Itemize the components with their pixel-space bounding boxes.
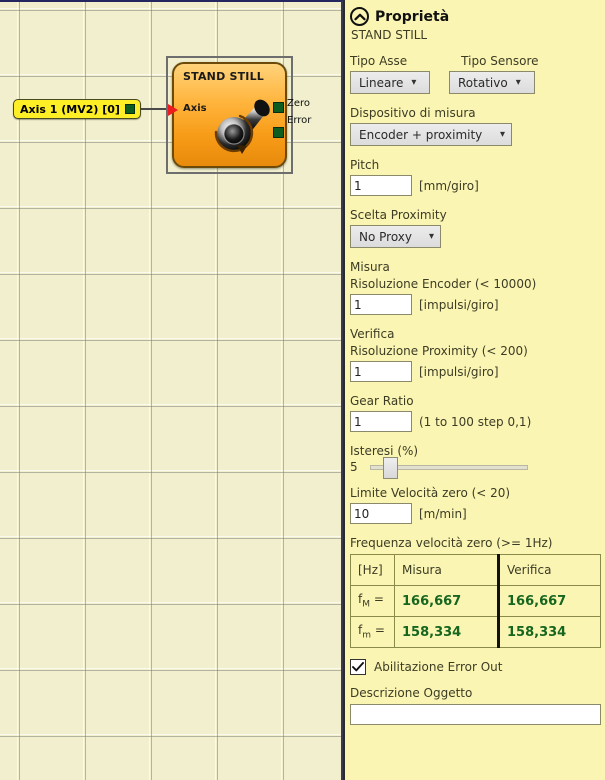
header-misura: Misura: [394, 554, 499, 586]
unit-pitch: [mm/giro]: [419, 178, 479, 193]
output-label-error: Error: [287, 115, 312, 126]
row-label-fm-max: fM =: [350, 585, 395, 617]
select-tipo-asse-value: Lineare: [359, 75, 404, 90]
unit-risoluzione-encoder: [impulsi/giro]: [419, 297, 499, 312]
group-label-verifica: Verifica: [350, 327, 395, 341]
unit-limite-velocita: [m/min]: [419, 506, 467, 521]
axis-tag-port[interactable]: [124, 104, 135, 114]
isteresi-value: 5: [350, 460, 358, 474]
axis-variable-tag[interactable]: Axis 1 (MV2) [0]: [13, 99, 141, 119]
motor-shaft-icon: [206, 92, 278, 162]
function-block-title: STAND STILL: [183, 70, 264, 83]
table-row: fm = 158,334 158,334: [350, 616, 601, 648]
input-risoluzione-proximity[interactable]: 1: [350, 361, 412, 382]
select-tipo-sensore-value: Rotativo: [458, 75, 508, 90]
table-header-row: [Hz] Misura Verifica: [350, 554, 601, 586]
frequency-table: [Hz] Misura Verifica fM = 166,667 166,66…: [350, 554, 601, 648]
input-pitch[interactable]: 1: [350, 175, 412, 196]
group-label-misura: Misura: [350, 260, 390, 274]
select-scelta-proximity[interactable]: No Proxy ▾: [350, 225, 441, 248]
input-arrow-icon[interactable]: [168, 104, 178, 116]
row-label-fm-min: fm =: [350, 616, 395, 648]
label-risoluzione-encoder: Risoluzione Encoder (< 10000): [350, 277, 537, 291]
label-pitch: Pitch: [350, 158, 380, 172]
select-dispositivo-misura[interactable]: Encoder + proximity ▾: [350, 123, 512, 146]
label-tipo-asse: Tipo Asse: [350, 54, 408, 68]
table-row: fM = 166,667 166,667: [350, 585, 601, 617]
isteresi-slider-track[interactable]: [370, 457, 528, 479]
value-verifica-fm-min: 158,334: [497, 616, 601, 648]
application-window: Axis 1 (MV2) [0] STAND STILL Axis Zero E…: [0, 0, 605, 780]
isteresi-slider-row[interactable]: 5: [350, 457, 599, 479]
header-hz: [Hz]: [350, 554, 395, 586]
label-frequenza-velocita-zero: Frequenza velocità zero (>= 1Hz): [350, 536, 553, 550]
label-descrizione-oggetto: Descrizione Oggetto: [350, 686, 473, 700]
input-limite-velocita[interactable]: 10: [350, 503, 412, 524]
select-dispositivo-value: Encoder + proximity: [359, 127, 483, 142]
label-dispositivo-misura: Dispositivo di misura: [350, 106, 476, 120]
output-port-error[interactable]: [273, 127, 284, 138]
value-misura-fm-min: 158,334: [394, 616, 499, 648]
label-gear-ratio: Gear Ratio: [350, 394, 414, 408]
input-gear-ratio[interactable]: 1: [350, 411, 412, 432]
select-tipo-sensore[interactable]: Rotativo ▾: [449, 71, 535, 94]
unit-gear-ratio: (1 to 100 step 0,1): [419, 414, 532, 429]
properties-panel: Proprietà STAND STILL Tipo Asse Tipo Sen…: [343, 0, 605, 780]
input-risoluzione-encoder[interactable]: 1: [350, 294, 412, 315]
input-descrizione-oggetto[interactable]: [350, 704, 601, 725]
error-out-checkbox-row[interactable]: Abilitazione Error Out: [350, 659, 599, 675]
panel-title: Proprietà: [375, 8, 450, 25]
isteresi-slider-thumb[interactable]: [383, 457, 398, 479]
chevron-down-icon: ▾: [499, 129, 505, 140]
label-limite-velocita: Limite Velocità zero (< 20): [350, 486, 511, 500]
checkbox-abilitazione-error-out[interactable]: [350, 659, 366, 675]
properties-header[interactable]: Proprietà: [350, 7, 599, 26]
label-tipo-sensore: Tipo Sensore: [461, 54, 539, 68]
unit-risoluzione-proximity: [impulsi/giro]: [419, 364, 499, 379]
label-isteresi: Isteresi (%): [350, 444, 419, 458]
input-port-label: Axis: [183, 103, 207, 114]
axis-tag-label: Axis 1 (MV2) [0]: [20, 102, 120, 116]
label-abilitazione-error-out: Abilitazione Error Out: [374, 660, 503, 674]
panel-subtitle: STAND STILL: [351, 28, 428, 42]
header-verifica: Verifica: [497, 554, 601, 586]
select-scelta-proximity-value: No Proxy: [359, 229, 413, 244]
chevron-down-icon: ▾: [428, 231, 434, 242]
chevron-down-icon: ▾: [411, 77, 417, 88]
label-risoluzione-proximity: Risoluzione Proximity (< 200): [350, 344, 528, 358]
value-verifica-fm-max: 166,667: [497, 585, 601, 617]
output-port-zero[interactable]: [273, 102, 284, 113]
select-tipo-asse[interactable]: Lineare ▾: [350, 71, 430, 94]
chevron-up-icon[interactable]: [350, 7, 369, 26]
output-label-zero: Zero: [287, 98, 311, 109]
chevron-down-icon: ▾: [515, 77, 521, 88]
label-scelta-proximity: Scelta Proximity: [350, 208, 447, 222]
diagram-canvas[interactable]: Axis 1 (MV2) [0] STAND STILL Axis Zero E…: [0, 0, 343, 780]
function-block-stand-still[interactable]: STAND STILL Axis: [168, 62, 287, 168]
value-misura-fm-max: 166,667: [394, 585, 499, 617]
